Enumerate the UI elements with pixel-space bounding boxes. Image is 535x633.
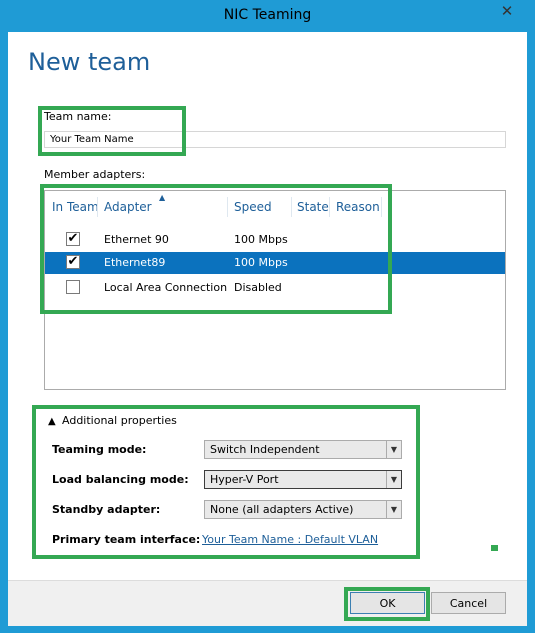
- page-title: New team: [28, 48, 151, 76]
- member-adapters-label: Member adapters:: [44, 168, 146, 181]
- close-icon: ✕: [500, 2, 514, 20]
- close-button[interactable]: ✕: [487, 1, 527, 21]
- cancel-button[interactable]: Cancel: [431, 592, 506, 614]
- window-title: NIC Teaming: [223, 7, 312, 23]
- title-bar[interactable]: NIC Teaming ✕: [0, 0, 535, 32]
- highlight-team-name: [38, 106, 186, 156]
- highlight-additional-properties: [32, 405, 420, 559]
- highlight-ok-button: [344, 587, 430, 621]
- resize-grip: [491, 545, 498, 551]
- dialog-footer: OK Cancel: [8, 580, 527, 626]
- highlight-member-adapters: [40, 184, 392, 314]
